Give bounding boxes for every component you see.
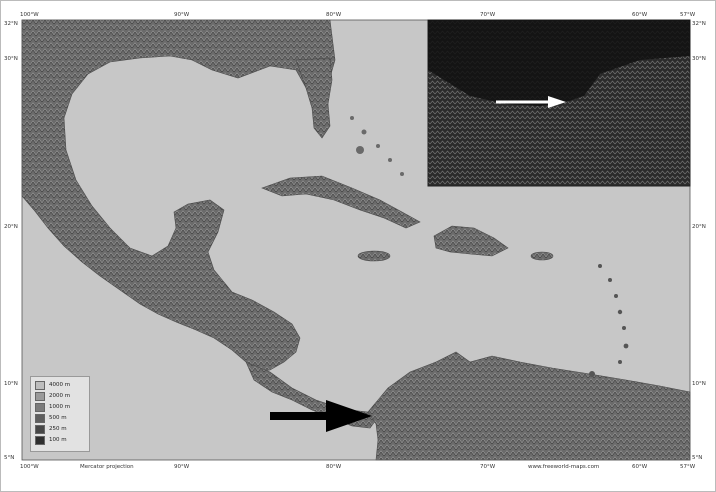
lat-label-left-10: 10°N — [4, 381, 18, 387]
lon-label-bottom-80: 80°W — [326, 464, 342, 470]
lon-label-bottom-57: 57°W — [680, 464, 696, 470]
legend-row: 250 m — [35, 425, 85, 434]
lon-label-top-70: 70°W — [480, 12, 496, 18]
lon-label-bottom-90: 90°W — [174, 464, 190, 470]
lat-label-left-30: 30°N — [4, 56, 18, 62]
lat-label-right-30: 30°N — [692, 56, 706, 62]
lon-label-top-80: 80°W — [326, 12, 342, 18]
lon-label-top-90: 90°W — [174, 12, 190, 18]
lon-label-top-60: 60°W — [632, 12, 648, 18]
lon-label-top-100: 100°W — [20, 12, 39, 18]
lon-label-top-57: 57°W — [680, 12, 696, 18]
lon-label-bottom-70: 70°W — [480, 464, 496, 470]
lat-label-right-20: 20°N — [692, 224, 706, 230]
legend-swatch — [35, 381, 45, 390]
legend-label: 2000 m — [49, 393, 71, 399]
legend-swatch — [35, 425, 45, 434]
lon-label-bottom-60: 60°W — [632, 464, 648, 470]
legend-label: 500 m — [49, 415, 67, 421]
legend-row: 100 m — [35, 436, 85, 445]
lat-label-right-10: 10°N — [692, 381, 706, 387]
legend-label: 100 m — [49, 437, 67, 443]
legend-row: 500 m — [35, 414, 85, 423]
legend-swatch — [35, 392, 45, 401]
legend-row: 1000 m — [35, 403, 85, 412]
lat-label-left-5: 5°N — [4, 455, 15, 461]
island-puerto-rico — [530, 251, 554, 261]
island-jamaica — [357, 250, 391, 262]
lat-label-left-20: 20°N — [4, 224, 18, 230]
legend-label: 1000 m — [49, 404, 71, 410]
legend-label: 250 m — [49, 426, 67, 432]
elevation-legend: 4000 m 2000 m 1000 m 500 m 250 m 100 m — [30, 376, 90, 452]
legend-row: 2000 m — [35, 392, 85, 401]
legend-swatch — [35, 414, 45, 423]
legend-row: 4000 m — [35, 381, 85, 390]
lat-label-right-5: 5°N — [692, 455, 703, 461]
legend-swatch — [35, 436, 45, 445]
lat-label-left-32: 32°N — [4, 21, 18, 27]
relief-map — [0, 0, 716, 492]
credit-label: www.freeworld-maps.com — [528, 464, 600, 470]
lat-label-right-32: 32°N — [692, 21, 706, 27]
legend-label: 4000 m — [49, 382, 71, 388]
legend-swatch — [35, 403, 45, 412]
projection-label: Mercator projection — [80, 464, 134, 470]
lon-label-bottom-100: 100°W — [20, 464, 39, 470]
